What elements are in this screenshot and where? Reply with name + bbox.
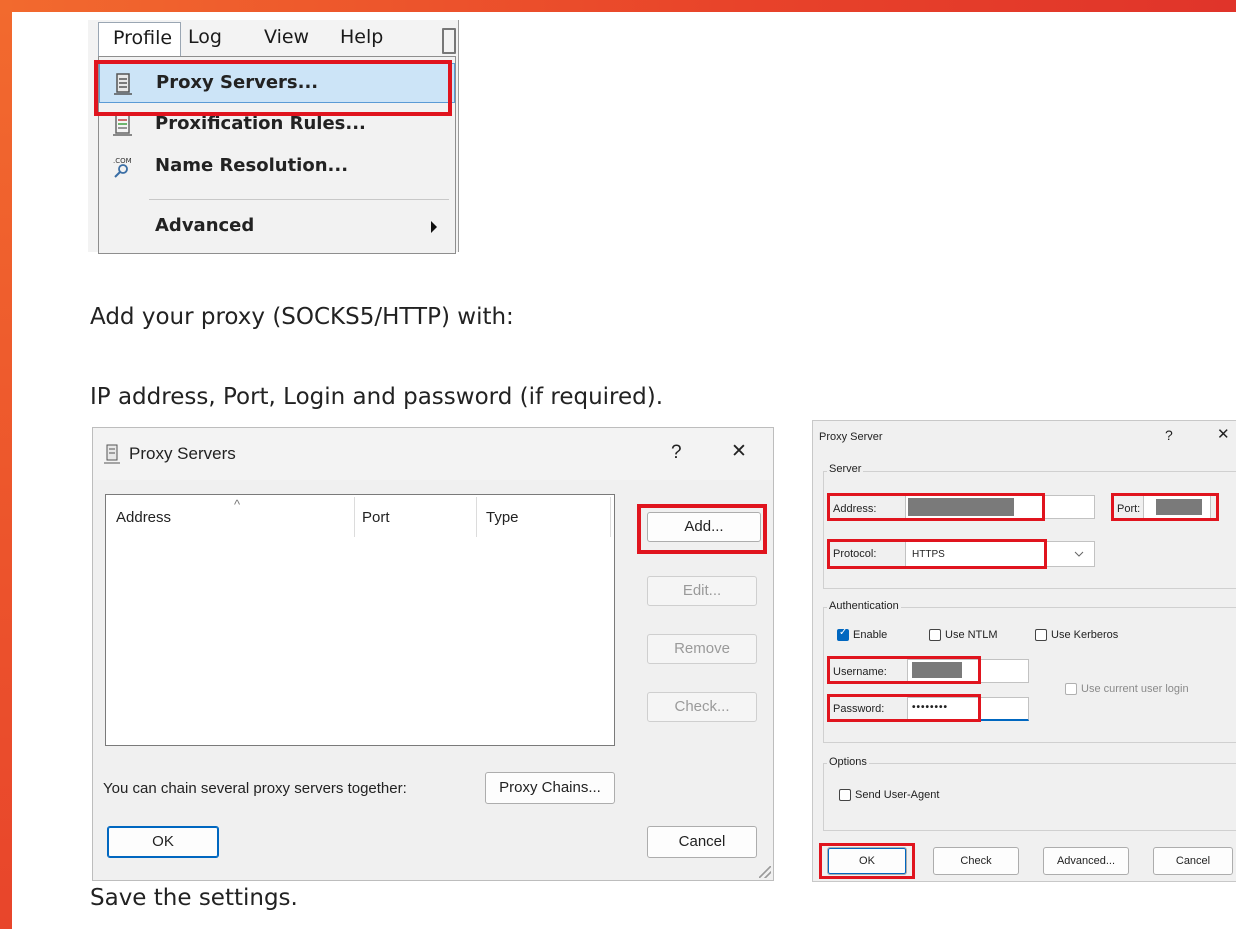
column-header-port[interactable]: Port	[362, 509, 390, 526]
highlight-box-port	[1111, 493, 1219, 521]
menu-item-name-resolution[interactable]: .COM Name Resolution...	[99, 147, 455, 187]
column-header-type[interactable]: Type	[486, 509, 519, 526]
check-button[interactable]: Check...	[647, 692, 757, 722]
authentication-group-label: Authentication	[827, 600, 901, 612]
menu-separator	[149, 199, 449, 200]
use-kerberos-checkbox[interactable]	[1035, 629, 1047, 641]
instruction-save: Save the settings.	[90, 885, 298, 911]
orange-top-border	[0, 0, 1236, 12]
sort-arrow-icon: ^	[234, 497, 241, 512]
options-group-label: Options	[827, 756, 869, 768]
menu-screenshot: Profile Log View Help Proxy Servers... P…	[88, 20, 459, 254]
use-ntlm-checkbox[interactable]	[929, 629, 941, 641]
use-kerberos-label: Use Kerberos	[1051, 629, 1119, 641]
resize-grip-icon[interactable]	[759, 866, 771, 878]
dialog-title: Proxy Server	[819, 431, 883, 443]
toolbar-icon	[442, 28, 456, 54]
instruction-fields: IP address, Port, Login and password (if…	[90, 384, 664, 410]
use-ntlm-label: Use NTLM	[945, 629, 998, 641]
enable-label: Enable	[853, 629, 888, 641]
remove-button[interactable]: Remove	[647, 634, 757, 664]
menu-item-advanced[interactable]: Advanced	[99, 207, 455, 247]
highlight-box-username	[827, 656, 981, 684]
chevron-down-icon	[1074, 551, 1084, 557]
highlight-box-ok	[819, 843, 915, 879]
submenu-arrow-icon	[431, 221, 437, 233]
column-separator	[610, 497, 611, 537]
rules-icon	[113, 114, 132, 136]
edit-button[interactable]: Edit...	[647, 576, 757, 606]
send-user-agent-label: Send User-Agent	[855, 789, 940, 801]
chain-description: You can chain several proxy servers toge…	[103, 780, 407, 797]
proxy-server-dialog: Proxy Server ? ✕ Server Address: Port: P…	[812, 420, 1236, 882]
dialog-title: Proxy Servers	[129, 444, 236, 463]
close-button[interactable]: ✕	[731, 440, 747, 463]
dns-icon-text: .COM	[113, 157, 132, 165]
use-current-user-checkbox[interactable]	[1065, 683, 1077, 695]
column-separator	[476, 497, 477, 537]
proxy-servers-dialog: Proxy Servers ? ✕ Address ^ Port Type Ad…	[92, 427, 774, 881]
advanced-button[interactable]: Advanced...	[1043, 847, 1129, 875]
server-icon	[104, 444, 120, 464]
check-button[interactable]: Check	[933, 847, 1019, 875]
menu-profile[interactable]: Profile	[98, 22, 182, 59]
server-group	[823, 471, 1236, 589]
ok-button[interactable]: OK	[107, 826, 219, 858]
cancel-button[interactable]: Cancel	[1153, 847, 1233, 875]
highlight-box-address	[827, 493, 1045, 521]
instruction-add-proxy: Add your proxy (SOCKS5/HTTP) with:	[90, 304, 514, 330]
enable-checkbox[interactable]	[837, 627, 849, 641]
column-separator	[354, 497, 355, 537]
cancel-button[interactable]: Cancel	[647, 826, 757, 858]
close-button[interactable]: ✕	[1217, 425, 1230, 443]
dns-icon: .COM	[113, 157, 132, 178]
highlight-box-proxy-servers	[94, 60, 452, 116]
highlight-box-add	[637, 504, 767, 554]
dialog-titlebar: Proxy Servers ? ✕	[93, 428, 773, 480]
send-user-agent-checkbox[interactable]	[839, 789, 851, 801]
menu-item-label: Proxification Rules...	[155, 113, 366, 134]
help-button[interactable]: ?	[1165, 427, 1173, 443]
use-current-user-label: Use current user login	[1081, 683, 1189, 695]
column-header-address[interactable]: Address	[116, 509, 171, 526]
menu-bar: Profile Log View Help	[88, 20, 458, 59]
highlight-box-password	[827, 694, 981, 722]
menu-item-label: Advanced	[155, 215, 255, 236]
menu-log[interactable]: Log	[188, 26, 222, 48]
orange-left-border	[0, 0, 12, 929]
proxy-chains-button[interactable]: Proxy Chains...	[485, 772, 615, 804]
server-group-label: Server	[827, 463, 864, 475]
proxy-list[interactable]: Address ^ Port Type	[105, 494, 615, 746]
highlight-box-protocol	[827, 539, 1047, 569]
help-button[interactable]: ?	[671, 442, 682, 464]
menu-item-label: Name Resolution...	[155, 155, 349, 176]
menu-view[interactable]: View	[264, 26, 309, 48]
menu-help[interactable]: Help	[340, 26, 383, 48]
